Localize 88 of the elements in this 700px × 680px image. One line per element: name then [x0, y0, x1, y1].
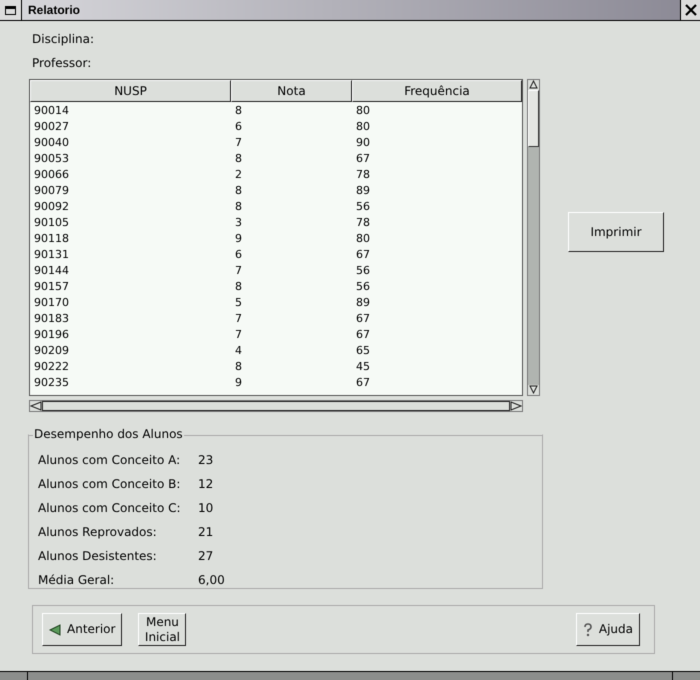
table-cell-text: 67 — [355, 374, 371, 391]
column-header[interactable]: Frequência — [352, 80, 522, 102]
main-menu-button[interactable]: Menu Inicial — [138, 613, 186, 646]
table-cell-text: 56 — [355, 262, 371, 279]
table-cell-text: 3 — [234, 214, 243, 231]
scroll-down-icon[interactable] — [529, 385, 538, 394]
table-cell-text: 90209 — [33, 342, 70, 359]
table-cell-text: 56 — [355, 278, 371, 295]
table-cell-text: 90053 — [33, 150, 70, 167]
field-label: Professor: — [32, 55, 92, 71]
table-cell-text: 45 — [355, 358, 371, 375]
table-cell-text: 90040 — [33, 134, 70, 151]
table-cell-text: 9 — [234, 374, 243, 391]
table-cell-text: 78 — [355, 214, 371, 231]
table-cell-text: 80 — [355, 102, 371, 119]
table-cell-text: 9 — [234, 230, 243, 247]
window-title: Relatorio — [27, 2, 80, 19]
table-cell-text: 90196 — [33, 326, 70, 343]
close-icon[interactable] — [680, 0, 700, 20]
stat-value: 12 — [198, 476, 214, 492]
table-cell-text: 8 — [234, 102, 243, 119]
table-cell-text: 90183 — [33, 310, 70, 327]
stat-value: 23 — [198, 452, 214, 468]
left-triangle-icon — [49, 624, 61, 636]
table-cell-text: 89 — [355, 182, 371, 199]
table-cell-text: 80 — [355, 118, 371, 135]
scroll-up-icon[interactable] — [529, 80, 538, 89]
stat-value: 27 — [198, 548, 214, 564]
column-header[interactable]: NUSP — [30, 80, 231, 102]
stat-value: 6,00 — [198, 572, 225, 588]
horizontal-scrollbar[interactable] — [29, 400, 523, 412]
table-cell-text: 90235 — [33, 374, 70, 391]
scroll-left-icon[interactable] — [30, 401, 42, 411]
table-cell-text: 90118 — [33, 230, 70, 247]
vertical-scrollbar[interactable] — [527, 79, 540, 396]
table-cell-text: 8 — [234, 150, 243, 167]
table-cell-text: 7 — [234, 262, 243, 279]
scroll-thumb[interactable] — [42, 401, 510, 411]
table-cell-text: 8 — [234, 358, 243, 375]
table-cell-text: 90131 — [33, 246, 70, 263]
table-cell-text: 8 — [234, 278, 243, 295]
table-cell-text: 7 — [234, 310, 243, 327]
table-cell-text: 67 — [355, 150, 371, 167]
table-cell-text: 7 — [234, 326, 243, 343]
table-cell-text: 8 — [234, 182, 243, 199]
table-cell-text: 8 — [234, 198, 243, 215]
table-cell-text: 5 — [234, 294, 243, 311]
table-cell-text: 56 — [355, 198, 371, 215]
table-cell-text: 6 — [234, 246, 243, 263]
stat-label: Alunos com Conceito C: — [38, 500, 182, 516]
back-button[interactable]: Anterior — [42, 613, 122, 646]
table-cell-text: 90066 — [33, 166, 70, 183]
scroll-right-icon[interactable] — [510, 401, 522, 411]
stat-value: 10 — [198, 500, 214, 516]
print-button[interactable]: Imprimir — [568, 212, 664, 252]
table-cell-text: 89 — [355, 294, 371, 311]
table-cell-text: 90 — [355, 134, 371, 151]
stat-label: Média Geral: — [38, 572, 116, 588]
table-cell-text: 67 — [355, 326, 371, 343]
table-cell-text: 90222 — [33, 358, 70, 375]
table-cell-text: 90157 — [33, 278, 70, 295]
table-cell-text: 90105 — [33, 214, 70, 231]
stat-label: Alunos com Conceito B: — [38, 476, 182, 492]
table-cell-text: 90014 — [33, 102, 70, 119]
table-cell-text: 6 — [234, 118, 243, 135]
stat-label: Alunos com Conceito A: — [38, 452, 182, 468]
table-cell-text: 90170 — [33, 294, 70, 311]
group-title: Desempenho dos Alunos — [33, 427, 184, 441]
stat-label: Alunos Reprovados: — [38, 524, 158, 540]
table-cell-text: 67 — [355, 310, 371, 327]
stat-label: Alunos Desistentes: — [38, 548, 158, 564]
table-cell-text: 90079 — [33, 182, 70, 199]
stat-value: 21 — [198, 524, 214, 540]
window-menu-icon[interactable] — [0, 0, 22, 20]
table-cell-text: 90027 — [33, 118, 70, 135]
table-cell-text: 78 — [355, 166, 371, 183]
help-button[interactable]: Ajuda — [576, 613, 640, 646]
table-cell-text: 65 — [355, 342, 371, 359]
table-cell-text: 7 — [234, 134, 243, 151]
table-cell-text: 90092 — [33, 198, 70, 215]
table-cell-text: 90144 — [33, 262, 70, 279]
field-label: Disciplina: — [32, 31, 96, 47]
table-cell-text: 2 — [234, 166, 243, 183]
question-mark-icon — [582, 622, 593, 636]
table-cell-text: 4 — [234, 342, 243, 359]
table-cell-text: 67 — [355, 246, 371, 263]
column-header[interactable]: Nota — [231, 80, 352, 102]
table-cell-text: 80 — [355, 230, 371, 247]
